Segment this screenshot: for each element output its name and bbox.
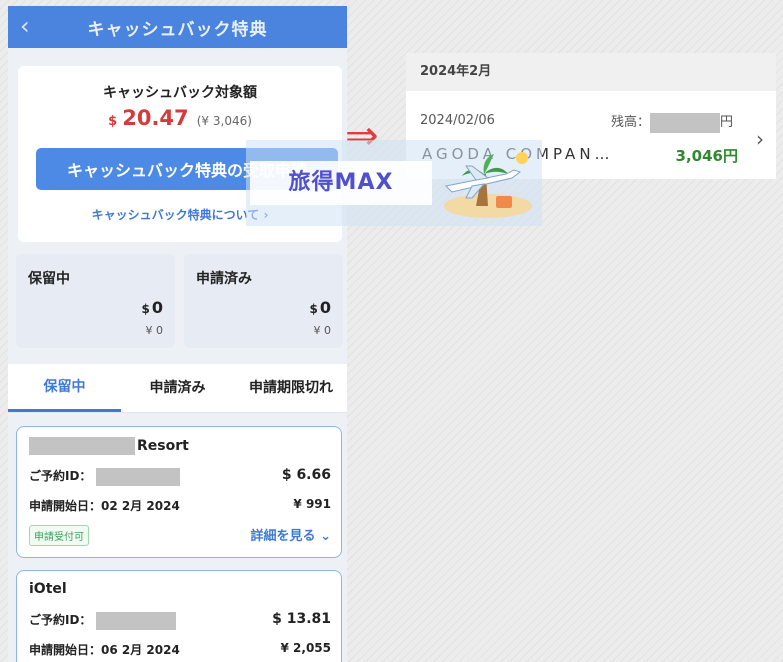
balance-label: 残高：: [611, 115, 651, 130]
booking-id: ご予約ID：: [29, 611, 176, 630]
redacted-block: [95, 611, 176, 630]
cashback-amount: $ 20.47 (¥ 3,046): [18, 106, 342, 130]
booking-card[interactable]: iOtel ご予約ID： $ 13.81 申請開始日：06 2月 2024 ¥ …: [16, 570, 342, 662]
about-cashback-label: キャッシュバック特典について: [91, 208, 260, 222]
hotel-name: iOtel: [29, 581, 67, 597]
app-header: ‹ キャッシュバック特典: [8, 6, 347, 48]
chevron-right-icon[interactable]: ›: [756, 127, 764, 151]
travel-illustration-icon: [444, 152, 532, 218]
stat-label: 申請済み: [196, 271, 252, 287]
stat-usd: $0: [309, 298, 332, 317]
view-details-link[interactable]: 詳細を見る ⌄: [251, 525, 331, 544]
pending-stat-card: 保留中 $0 ¥ 0: [16, 254, 175, 348]
stat-jpy: ¥ 0: [145, 324, 164, 337]
stat-jpy: ¥ 0: [313, 324, 332, 337]
page-title: キャッシュバック特典: [87, 19, 268, 40]
booking-card[interactable]: Resort ご予約ID： $ 6.66 申請開始日：02 2月 2024 ¥ …: [16, 426, 342, 558]
transaction-amount: 3,046円: [675, 147, 738, 165]
hotel-name: Resort: [29, 437, 189, 455]
applied-stat-card: 申請済み $0 ¥ 0: [184, 254, 343, 348]
booking-id-label: ご予約ID：: [29, 613, 92, 627]
redacted-block: [95, 467, 180, 486]
balance: 残高： 円: [611, 111, 733, 133]
booking-jpy: ¥ 2,055: [280, 641, 331, 655]
stat-usd-value: 0: [319, 298, 331, 317]
transaction-date: 2024/02/06: [420, 113, 495, 128]
cashback-amount-usd: 20.47: [122, 106, 189, 130]
back-chevron-icon[interactable]: ‹: [20, 14, 30, 38]
cashback-screen: ‹ キャッシュバック特典 キャッシュバック対象額 $ 20.47 (¥ 3,04…: [8, 6, 347, 662]
redacted-block: [29, 437, 135, 455]
redacted-block: [650, 112, 721, 133]
watermark-text: 旅得MAX: [250, 161, 432, 205]
booking-id-label: ご予約ID：: [29, 469, 92, 483]
balance-suffix: 円: [720, 115, 734, 130]
stat-usd-value: 0: [151, 298, 163, 317]
stat-label: 保留中: [28, 271, 70, 287]
apply-start-date: 申請開始日：06 2月 2024: [29, 643, 180, 657]
booking-usd: $ 13.81: [272, 611, 331, 627]
chevron-down-icon: ⌄: [320, 529, 331, 544]
view-details-label: 詳細を見る: [250, 529, 316, 544]
cashback-amount-label: キャッシュバック対象額: [103, 85, 257, 101]
cashback-amount-jpy: (¥ 3,046): [196, 114, 252, 128]
hotel-name-text: Resort: [137, 438, 189, 454]
apply-start-date: 申請開始日：02 2月 2024: [29, 499, 180, 513]
booking-jpy: ¥ 991: [293, 497, 331, 511]
tab-expired[interactable]: 申請期限切れ: [246, 364, 336, 412]
currency-symbol: $: [108, 114, 118, 129]
booking-id: ご予約ID：: [29, 467, 180, 486]
status-tabs: 保留中 申請済み 申請期限切れ: [8, 364, 347, 413]
status-badge: 申請受付可: [29, 525, 89, 546]
stat-usd: $0: [141, 298, 164, 317]
tab-pending[interactable]: 保留中: [8, 364, 121, 412]
booking-usd: $ 6.66: [281, 467, 331, 483]
tab-applied[interactable]: 申請済み: [121, 364, 234, 412]
watermark-logo: 旅得MAX: [246, 140, 542, 226]
statement-month-header: 2024年2月: [406, 53, 776, 91]
